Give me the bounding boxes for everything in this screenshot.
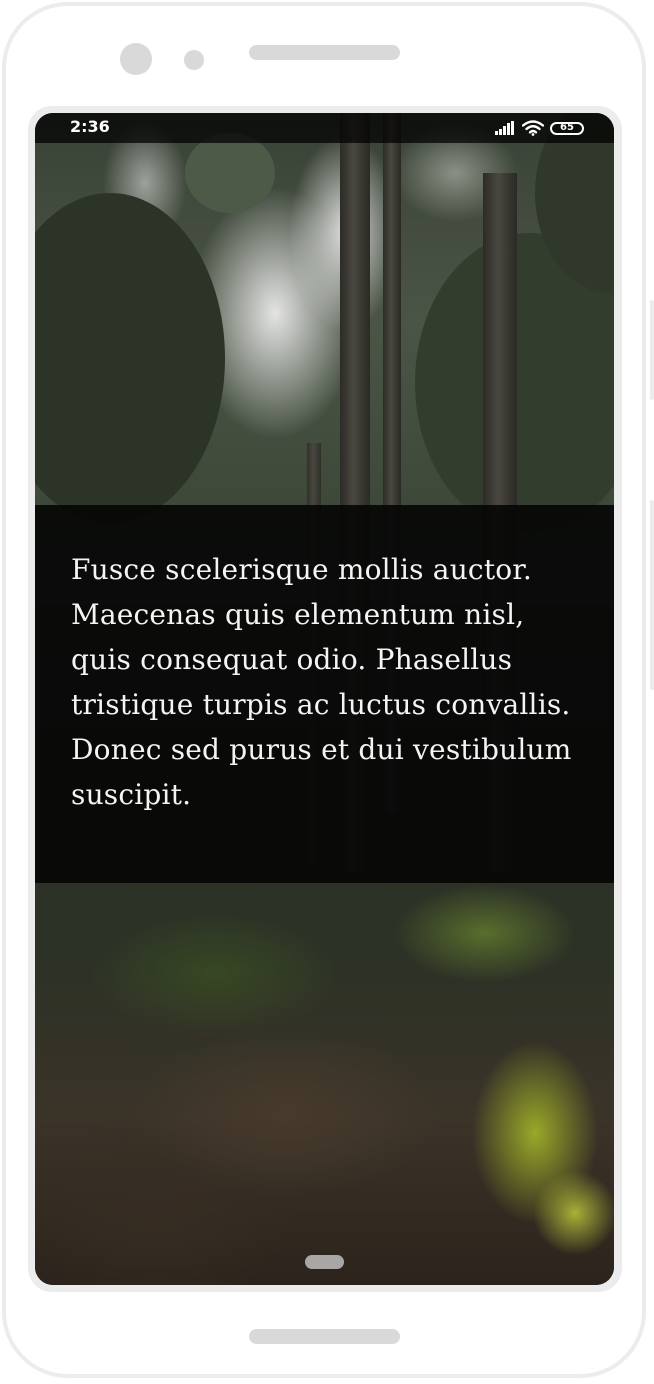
text-overlay-panel: Fusce scelerisque mollis auctor. Maecena… bbox=[35, 505, 614, 883]
wifi-icon bbox=[522, 120, 544, 136]
status-bar: 2:36 65 bbox=[35, 113, 614, 143]
signal-icon bbox=[495, 121, 514, 135]
foliage-left bbox=[35, 193, 225, 523]
foliage-top bbox=[185, 133, 275, 213]
body-paragraph: Fusce scelerisque mollis auctor. Maecena… bbox=[71, 553, 572, 811]
proximity-sensor bbox=[184, 50, 204, 70]
battery-level: 65 bbox=[560, 122, 574, 133]
front-camera bbox=[120, 43, 152, 75]
screen: 2:36 65 Fusce scelerisque mollis auctor.… bbox=[35, 113, 614, 1285]
status-icons: 65 bbox=[494, 118, 584, 138]
power-button bbox=[650, 500, 654, 690]
volume-button bbox=[650, 300, 654, 400]
device-bottom-bar bbox=[249, 1329, 400, 1344]
gesture-nav-handle[interactable] bbox=[305, 1255, 344, 1269]
earpiece-speaker bbox=[249, 45, 400, 60]
status-time: 2:36 bbox=[70, 117, 110, 136]
battery-icon: 65 bbox=[550, 121, 584, 135]
